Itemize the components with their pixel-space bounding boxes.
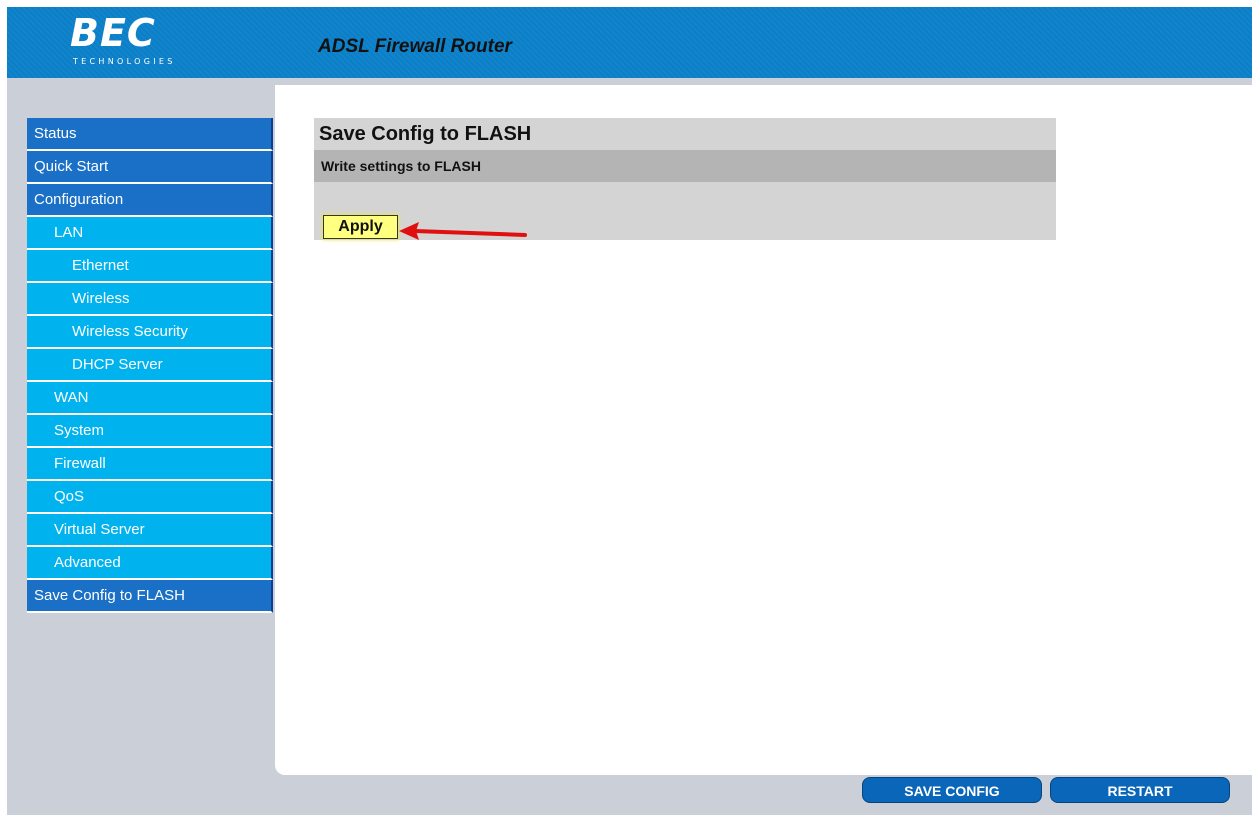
sidebar-item-wireless[interactable]: Wireless xyxy=(27,283,273,316)
sidebar-item-dhcp-server[interactable]: DHCP Server xyxy=(27,349,273,382)
sidebar-item-lan[interactable]: LAN xyxy=(27,217,273,250)
sidebar-item-ethernet[interactable]: Ethernet xyxy=(27,250,273,283)
restart-button[interactable]: RESTART xyxy=(1050,777,1230,803)
red-arrow-icon xyxy=(399,222,527,240)
sidebar-item-wan[interactable]: WAN xyxy=(27,382,273,415)
sidebar-item-save-config[interactable]: Save Config to FLASH xyxy=(27,580,273,613)
sidebar-item-configuration[interactable]: Configuration xyxy=(27,184,273,217)
sidebar-item-firewall[interactable]: Firewall xyxy=(27,448,273,481)
sidebar-item-qos[interactable]: QoS xyxy=(27,481,273,514)
sidebar-nav: Status Quick Start Configuration LAN Eth… xyxy=(27,118,273,613)
sidebar-item-status[interactable]: Status xyxy=(27,118,273,151)
sidebar-item-wireless-security[interactable]: Wireless Security xyxy=(27,316,273,349)
sidebar-item-quick-start[interactable]: Quick Start xyxy=(27,151,273,184)
sidebar-item-system[interactable]: System xyxy=(27,415,273,448)
sidebar-item-advanced[interactable]: Advanced xyxy=(27,547,273,580)
product-title: ADSL Firewall Router xyxy=(318,36,512,57)
logo-subtitle: TECHNOLOGIES xyxy=(73,57,176,66)
save-config-button[interactable]: SAVE CONFIG xyxy=(862,777,1042,803)
logo-text: BEC xyxy=(70,11,156,55)
page-title: Save Config to FLASH xyxy=(314,118,1056,150)
apply-button[interactable]: Apply xyxy=(323,215,398,239)
section-subtitle: Write settings to FLASH xyxy=(314,150,1056,182)
sidebar-item-virtual-server[interactable]: Virtual Server xyxy=(27,514,273,547)
bec-logo: BEC TECHNOLOGIES xyxy=(70,14,220,70)
